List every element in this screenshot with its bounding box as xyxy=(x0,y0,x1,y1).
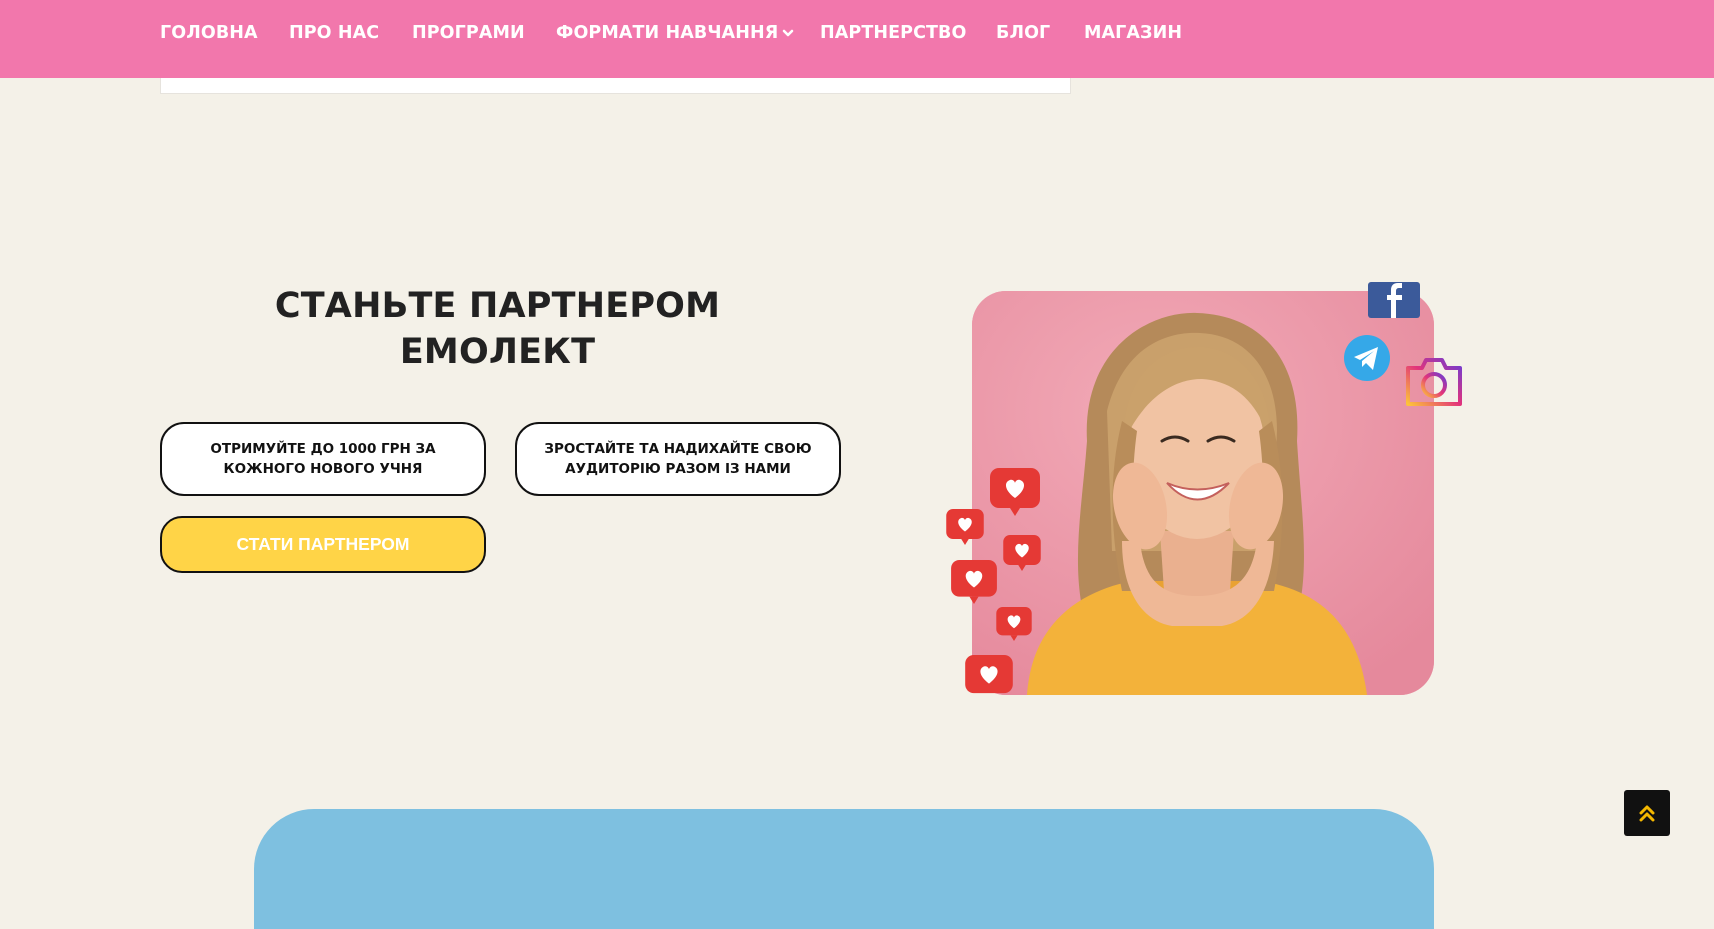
nav-item-programs[interactable]: ПРОГРАМИ xyxy=(412,23,525,43)
heart-icon xyxy=(965,655,1013,694)
become-partner-button[interactable]: СТАТИ ПАРТНЕРОМ xyxy=(160,516,486,573)
nav-item-shop[interactable]: МАГАЗИН xyxy=(1084,23,1182,43)
heart-icon xyxy=(946,509,984,545)
next-section-panel xyxy=(254,809,1434,929)
page-title-line-2: ЕМОЛЕКТ xyxy=(399,332,596,372)
double-chevron-up-icon xyxy=(1639,805,1655,822)
heart-icon xyxy=(951,560,997,604)
page-title-line-1: СТАНЬТЕ ПАРТНЕРОМ xyxy=(274,286,721,326)
nav-item-about[interactable]: ПРО НАС xyxy=(289,23,379,43)
benefit-text-growth: ЗРОСТАЙТЕ ТА НАДИХАЙТЕ СВОЮ АУДИТОРІЮ РА… xyxy=(544,441,812,477)
content-card-edge xyxy=(160,78,1071,94)
scroll-to-top-button[interactable] xyxy=(1624,790,1670,836)
heart-icon xyxy=(996,607,1032,641)
heart-icon xyxy=(1003,535,1041,571)
nav-item-partnership[interactable]: ПАРТНЕРСТВО xyxy=(820,23,966,43)
nav-item-formats[interactable]: ФОРМАТИ НАВЧАННЯ xyxy=(556,23,794,43)
benefit-card-growth: ЗРОСТАЙТЕ ТА НАДИХАЙТЕ СВОЮ АУДИТОРІЮ РА… xyxy=(515,422,841,496)
nav-item-blog[interactable]: БЛОГ xyxy=(996,23,1050,43)
nav-item-home[interactable]: ГОЛОВНА xyxy=(160,23,258,43)
nav-item-formats-label: ФОРМАТИ НАВЧАННЯ xyxy=(556,23,779,43)
instagram-icon xyxy=(1406,358,1462,406)
page-title: СТАНЬТЕ ПАРТНЕРОМ ЕМОЛЕКТ xyxy=(250,283,745,375)
facebook-icon xyxy=(1368,282,1420,318)
heart-icon xyxy=(990,468,1040,516)
benefit-text-income: ОТРИМУЙТЕ ДО 1000 ГРН ЗА КОЖНОГО НОВОГО … xyxy=(210,441,436,477)
chevron-down-icon xyxy=(782,29,794,37)
telegram-icon xyxy=(1344,335,1390,381)
main-navigation: ГОЛОВНА ПРО НАС ПРОГРАМИ ФОРМАТИ НАВЧАНН… xyxy=(0,0,1714,78)
benefit-card-income: ОТРИМУЙТЕ ДО 1000 ГРН ЗА КОЖНОГО НОВОГО … xyxy=(160,422,486,496)
